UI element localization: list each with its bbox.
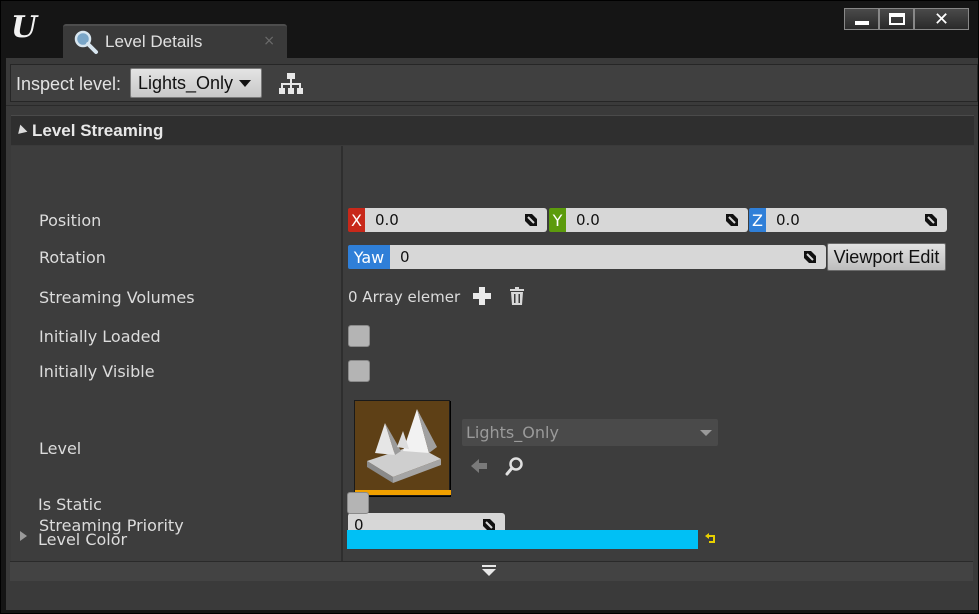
collapse-triangle-icon[interactable] — [14, 124, 28, 137]
expand-triangle-icon[interactable] — [20, 531, 27, 541]
maximize-icon — [888, 13, 905, 25]
inspect-level-value: Lights_Only — [138, 72, 234, 93]
maximize-button[interactable] — [879, 8, 914, 30]
tab-title: Level Details — [105, 32, 203, 51]
unreal-logo-icon: U — [11, 10, 38, 45]
chevron-down-icon — [239, 79, 252, 87]
is-static-label: Is Static — [38, 495, 102, 514]
expand-advanced-icon — [482, 565, 496, 576]
category-level-streaming[interactable]: Level Streaming — [11, 115, 974, 145]
window-controls: ✕ — [844, 8, 969, 30]
magnifier-icon — [74, 30, 98, 54]
lower-rows: Is Static Level Color — [10, 145, 973, 559]
inspect-toolbar: Inspect level: Lights_Only — [6, 58, 978, 106]
minimize-button[interactable] — [844, 8, 879, 30]
tab-level-details[interactable]: Level Details × — [63, 24, 287, 58]
close-button[interactable]: ✕ — [914, 8, 969, 30]
level-color-swatch[interactable] — [347, 530, 698, 549]
category-title: Level Streaming — [32, 120, 164, 140]
hierarchy-icon[interactable] — [279, 73, 303, 95]
inspect-level-dropdown[interactable]: Lights_Only — [130, 68, 262, 98]
advanced-expander[interactable] — [10, 561, 973, 581]
tab-close-icon[interactable]: × — [263, 33, 275, 49]
close-icon: ✕ — [933, 8, 950, 30]
minimize-icon — [854, 21, 869, 25]
level-color-label: Level Color — [38, 530, 128, 549]
reset-default-icon[interactable] — [705, 532, 717, 544]
toolbar-box: Inspect level: Lights_Only — [10, 64, 978, 102]
is-static-checkbox[interactable] — [347, 492, 369, 514]
inspect-level-label: Inspect level: — [16, 74, 122, 94]
